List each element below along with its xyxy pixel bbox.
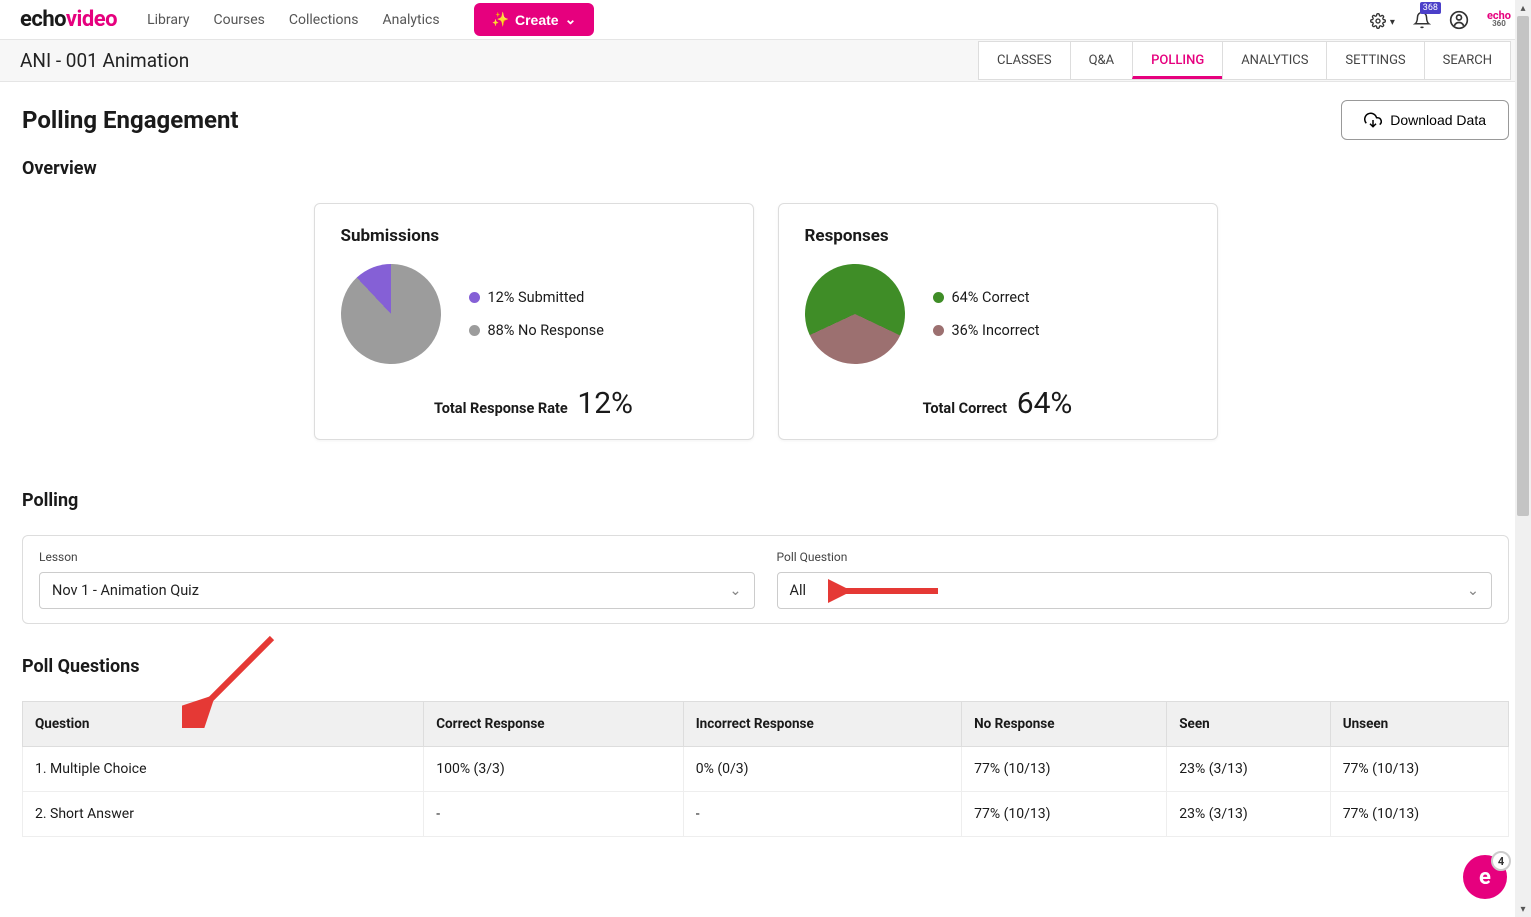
total-correct-label: Total Correct: [923, 400, 1008, 417]
col-question[interactable]: Question: [23, 702, 424, 747]
logo[interactable]: echovideo: [20, 7, 147, 32]
chevron-down-icon: ⌄: [1467, 582, 1479, 599]
overview-cards: Submissions 12% Submitted 88% No Respons…: [22, 203, 1509, 440]
submissions-pie: [320, 243, 461, 384]
submissions-card: Submissions 12% Submitted 88% No Respons…: [314, 203, 754, 440]
create-label: Create: [515, 12, 559, 28]
submissions-heading: Submissions: [341, 226, 727, 246]
scroll-thumb[interactable]: [1517, 16, 1529, 516]
lesson-select[interactable]: Nov 1 - Animation Quiz ⌄: [39, 572, 755, 609]
col-unseen[interactable]: Unseen: [1330, 702, 1508, 747]
filter-box: Lesson Nov 1 - Animation Quiz ⌄ Poll Que…: [22, 535, 1509, 624]
settings-menu[interactable]: ▾: [1370, 10, 1395, 29]
scroll-down-icon[interactable]: ▾: [1515, 901, 1531, 917]
nav-library[interactable]: Library: [147, 12, 189, 28]
chevron-down-icon: ⌄: [729, 582, 741, 599]
notification-badge: 368: [1420, 2, 1441, 14]
submissions-legend: 12% Submitted 88% No Response: [469, 289, 604, 339]
tab-settings[interactable]: SETTINGS: [1326, 42, 1423, 79]
logo-video: video: [66, 7, 117, 32]
caret-down-icon: ▾: [1390, 17, 1395, 28]
col-seen[interactable]: Seen: [1167, 702, 1330, 747]
responses-pie: [788, 248, 921, 381]
scrollbar[interactable]: ▴ ▾: [1515, 0, 1531, 917]
primary-nav: Library Courses Collections Analytics ✨ …: [147, 3, 594, 36]
topbar-right: ▾ 368 echo 360: [1370, 9, 1511, 30]
help-button[interactable]: e 4: [1463, 855, 1507, 899]
subheader: ANI - 001 Animation CLASSES Q&A POLLING …: [0, 40, 1531, 82]
scroll-up-icon[interactable]: ▴: [1515, 0, 1531, 16]
nav-analytics[interactable]: Analytics: [383, 12, 440, 28]
question-select-value: All: [790, 582, 807, 599]
col-incorrect[interactable]: Incorrect Response: [683, 702, 961, 747]
table-row[interactable]: 1. Multiple Choice 100% (3/3) 0% (0/3) 7…: [23, 747, 1509, 792]
logo-echo: echo: [20, 7, 66, 32]
echo360-logo[interactable]: echo 360: [1487, 12, 1511, 27]
dot-correct: [933, 292, 944, 303]
notifications-button[interactable]: 368: [1413, 10, 1431, 30]
total-response-label: Total Response Rate: [434, 400, 568, 417]
tab-search[interactable]: SEARCH: [1424, 42, 1510, 79]
chevron-down-icon: ⌄: [565, 11, 577, 28]
create-button[interactable]: ✨ Create ⌄: [474, 3, 595, 36]
tab-qa[interactable]: Q&A: [1070, 42, 1133, 79]
download-button[interactable]: Download Data: [1341, 100, 1509, 140]
col-correct[interactable]: Correct Response: [424, 702, 684, 747]
tab-classes[interactable]: CLASSES: [979, 42, 1070, 79]
nav-courses[interactable]: Courses: [213, 12, 264, 28]
dot-incorrect: [933, 325, 944, 336]
lesson-filter-label: Lesson: [39, 550, 755, 564]
help-count: 4: [1491, 851, 1511, 871]
total-correct-value: 64%: [1017, 386, 1073, 421]
bell-icon: [1413, 11, 1431, 29]
echo-e-icon: e: [1479, 865, 1491, 890]
poll-questions-title: Poll Questions: [22, 656, 1509, 677]
question-filter-label: Poll Question: [777, 550, 1493, 564]
total-response-value: 12%: [577, 386, 633, 421]
responses-heading: Responses: [805, 226, 1191, 246]
poll-questions-table: Question Correct Response Incorrect Resp…: [22, 701, 1509, 837]
dot-noresponse: [469, 325, 480, 336]
col-noresponse[interactable]: No Response: [962, 702, 1167, 747]
tab-analytics[interactable]: ANALYTICS: [1222, 42, 1326, 79]
dot-submitted: [469, 292, 480, 303]
main-content: Polling Engagement Download Data Overvie…: [0, 82, 1531, 877]
question-select[interactable]: All ⌄: [777, 572, 1493, 609]
topbar: echovideo Library Courses Collections An…: [0, 0, 1531, 40]
course-title: ANI - 001 Animation: [20, 49, 189, 72]
page-title: Polling Engagement: [22, 106, 239, 134]
gear-icon: [1370, 13, 1386, 29]
lesson-select-value: Nov 1 - Animation Quiz: [52, 582, 199, 599]
overview-title: Overview: [22, 158, 1509, 179]
nav-collections[interactable]: Collections: [289, 12, 359, 28]
responses-card: Responses 64% Correct 36% Incorrect Tota…: [778, 203, 1218, 440]
wand-icon: ✨: [492, 11, 509, 28]
responses-legend: 64% Correct 36% Incorrect: [933, 289, 1040, 339]
table-row[interactable]: 2. Short Answer - - 77% (10/13) 23% (3/1…: [23, 792, 1509, 837]
course-tabs: CLASSES Q&A POLLING ANALYTICS SETTINGS S…: [978, 41, 1511, 80]
download-cloud-icon: [1364, 111, 1382, 129]
user-icon: [1449, 10, 1469, 30]
annotation-arrow-icon: [828, 576, 938, 606]
download-label: Download Data: [1390, 112, 1486, 128]
polling-title: Polling: [22, 490, 1509, 511]
tab-polling[interactable]: POLLING: [1132, 42, 1222, 79]
account-button[interactable]: [1449, 9, 1469, 30]
